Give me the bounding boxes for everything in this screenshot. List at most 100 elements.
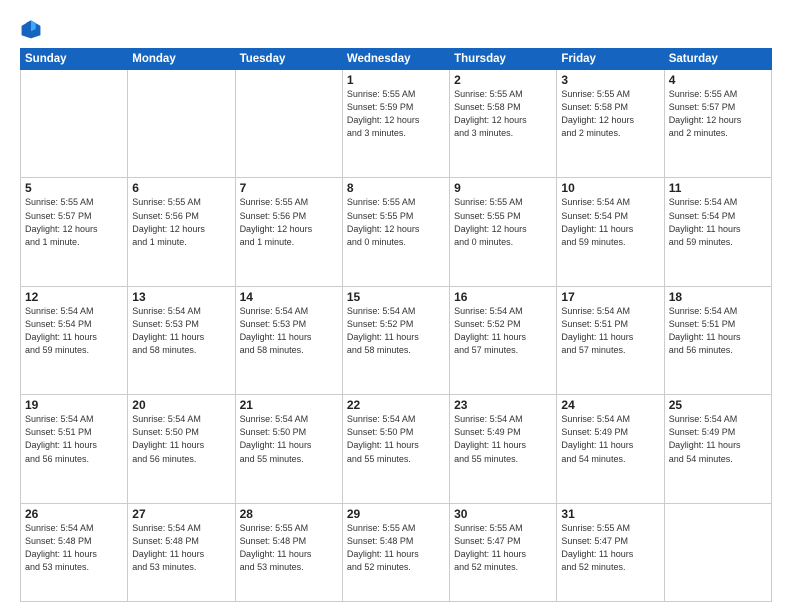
day-cell: 23Sunrise: 5:54 AM Sunset: 5:49 PM Dayli… xyxy=(450,395,557,503)
day-cell: 25Sunrise: 5:54 AM Sunset: 5:49 PM Dayli… xyxy=(664,395,771,503)
calendar: SundayMondayTuesdayWednesdayThursdayFrid… xyxy=(20,48,772,602)
weekday-monday: Monday xyxy=(128,49,235,70)
day-number: 12 xyxy=(25,290,123,304)
day-cell: 3Sunrise: 5:55 AM Sunset: 5:58 PM Daylig… xyxy=(557,70,664,178)
weekday-friday: Friday xyxy=(557,49,664,70)
day-number: 27 xyxy=(132,507,230,521)
day-number: 7 xyxy=(240,181,338,195)
day-cell: 30Sunrise: 5:55 AM Sunset: 5:47 PM Dayli… xyxy=(450,503,557,601)
day-number: 28 xyxy=(240,507,338,521)
day-cell: 1Sunrise: 5:55 AM Sunset: 5:59 PM Daylig… xyxy=(342,70,449,178)
day-number: 2 xyxy=(454,73,552,87)
day-number: 26 xyxy=(25,507,123,521)
day-info: Sunrise: 5:54 AM Sunset: 5:52 PM Dayligh… xyxy=(347,305,445,357)
day-cell: 21Sunrise: 5:54 AM Sunset: 5:50 PM Dayli… xyxy=(235,395,342,503)
day-number: 5 xyxy=(25,181,123,195)
day-cell: 29Sunrise: 5:55 AM Sunset: 5:48 PM Dayli… xyxy=(342,503,449,601)
day-number: 4 xyxy=(669,73,767,87)
day-cell: 13Sunrise: 5:54 AM Sunset: 5:53 PM Dayli… xyxy=(128,286,235,394)
day-cell: 17Sunrise: 5:54 AM Sunset: 5:51 PM Dayli… xyxy=(557,286,664,394)
day-info: Sunrise: 5:54 AM Sunset: 5:49 PM Dayligh… xyxy=(454,413,552,465)
day-number: 16 xyxy=(454,290,552,304)
day-cell: 9Sunrise: 5:55 AM Sunset: 5:55 PM Daylig… xyxy=(450,178,557,286)
day-info: Sunrise: 5:54 AM Sunset: 5:49 PM Dayligh… xyxy=(669,413,767,465)
day-number: 31 xyxy=(561,507,659,521)
day-number: 17 xyxy=(561,290,659,304)
day-cell: 28Sunrise: 5:55 AM Sunset: 5:48 PM Dayli… xyxy=(235,503,342,601)
day-cell: 16Sunrise: 5:54 AM Sunset: 5:52 PM Dayli… xyxy=(450,286,557,394)
day-cell: 31Sunrise: 5:55 AM Sunset: 5:47 PM Dayli… xyxy=(557,503,664,601)
day-info: Sunrise: 5:54 AM Sunset: 5:48 PM Dayligh… xyxy=(132,522,230,574)
day-cell xyxy=(21,70,128,178)
day-number: 24 xyxy=(561,398,659,412)
day-info: Sunrise: 5:55 AM Sunset: 5:59 PM Dayligh… xyxy=(347,88,445,140)
day-info: Sunrise: 5:55 AM Sunset: 5:55 PM Dayligh… xyxy=(454,196,552,248)
day-number: 9 xyxy=(454,181,552,195)
day-number: 30 xyxy=(454,507,552,521)
day-cell: 8Sunrise: 5:55 AM Sunset: 5:55 PM Daylig… xyxy=(342,178,449,286)
day-info: Sunrise: 5:55 AM Sunset: 5:47 PM Dayligh… xyxy=(561,522,659,574)
day-cell: 2Sunrise: 5:55 AM Sunset: 5:58 PM Daylig… xyxy=(450,70,557,178)
day-number: 6 xyxy=(132,181,230,195)
day-number: 21 xyxy=(240,398,338,412)
week-row-3: 12Sunrise: 5:54 AM Sunset: 5:54 PM Dayli… xyxy=(21,286,772,394)
weekday-wednesday: Wednesday xyxy=(342,49,449,70)
day-info: Sunrise: 5:54 AM Sunset: 5:50 PM Dayligh… xyxy=(347,413,445,465)
day-info: Sunrise: 5:54 AM Sunset: 5:50 PM Dayligh… xyxy=(132,413,230,465)
day-number: 3 xyxy=(561,73,659,87)
day-number: 11 xyxy=(669,181,767,195)
day-cell: 4Sunrise: 5:55 AM Sunset: 5:57 PM Daylig… xyxy=(664,70,771,178)
logo xyxy=(20,18,46,40)
day-number: 19 xyxy=(25,398,123,412)
day-info: Sunrise: 5:55 AM Sunset: 5:57 PM Dayligh… xyxy=(669,88,767,140)
day-number: 22 xyxy=(347,398,445,412)
day-info: Sunrise: 5:55 AM Sunset: 5:56 PM Dayligh… xyxy=(240,196,338,248)
day-cell: 18Sunrise: 5:54 AM Sunset: 5:51 PM Dayli… xyxy=(664,286,771,394)
day-number: 18 xyxy=(669,290,767,304)
day-info: Sunrise: 5:54 AM Sunset: 5:48 PM Dayligh… xyxy=(25,522,123,574)
day-info: Sunrise: 5:54 AM Sunset: 5:50 PM Dayligh… xyxy=(240,413,338,465)
weekday-tuesday: Tuesday xyxy=(235,49,342,70)
day-info: Sunrise: 5:54 AM Sunset: 5:51 PM Dayligh… xyxy=(669,305,767,357)
day-cell: 15Sunrise: 5:54 AM Sunset: 5:52 PM Dayli… xyxy=(342,286,449,394)
day-number: 25 xyxy=(669,398,767,412)
day-info: Sunrise: 5:54 AM Sunset: 5:54 PM Dayligh… xyxy=(25,305,123,357)
day-info: Sunrise: 5:54 AM Sunset: 5:52 PM Dayligh… xyxy=(454,305,552,357)
week-row-1: 1Sunrise: 5:55 AM Sunset: 5:59 PM Daylig… xyxy=(21,70,772,178)
day-info: Sunrise: 5:54 AM Sunset: 5:49 PM Dayligh… xyxy=(561,413,659,465)
day-number: 23 xyxy=(454,398,552,412)
day-info: Sunrise: 5:55 AM Sunset: 5:58 PM Dayligh… xyxy=(454,88,552,140)
day-cell: 22Sunrise: 5:54 AM Sunset: 5:50 PM Dayli… xyxy=(342,395,449,503)
day-number: 29 xyxy=(347,507,445,521)
weekday-sunday: Sunday xyxy=(21,49,128,70)
day-cell xyxy=(235,70,342,178)
day-cell xyxy=(664,503,771,601)
day-info: Sunrise: 5:55 AM Sunset: 5:55 PM Dayligh… xyxy=(347,196,445,248)
day-number: 20 xyxy=(132,398,230,412)
day-info: Sunrise: 5:54 AM Sunset: 5:53 PM Dayligh… xyxy=(240,305,338,357)
weekday-header-row: SundayMondayTuesdayWednesdayThursdayFrid… xyxy=(21,49,772,70)
day-info: Sunrise: 5:55 AM Sunset: 5:58 PM Dayligh… xyxy=(561,88,659,140)
day-cell: 20Sunrise: 5:54 AM Sunset: 5:50 PM Dayli… xyxy=(128,395,235,503)
day-number: 10 xyxy=(561,181,659,195)
day-info: Sunrise: 5:55 AM Sunset: 5:48 PM Dayligh… xyxy=(240,522,338,574)
page: SundayMondayTuesdayWednesdayThursdayFrid… xyxy=(0,0,792,612)
day-number: 15 xyxy=(347,290,445,304)
day-cell: 11Sunrise: 5:54 AM Sunset: 5:54 PM Dayli… xyxy=(664,178,771,286)
day-info: Sunrise: 5:55 AM Sunset: 5:57 PM Dayligh… xyxy=(25,196,123,248)
day-cell: 14Sunrise: 5:54 AM Sunset: 5:53 PM Dayli… xyxy=(235,286,342,394)
day-info: Sunrise: 5:54 AM Sunset: 5:54 PM Dayligh… xyxy=(561,196,659,248)
day-cell: 24Sunrise: 5:54 AM Sunset: 5:49 PM Dayli… xyxy=(557,395,664,503)
day-info: Sunrise: 5:54 AM Sunset: 5:51 PM Dayligh… xyxy=(561,305,659,357)
day-cell: 10Sunrise: 5:54 AM Sunset: 5:54 PM Dayli… xyxy=(557,178,664,286)
day-cell: 6Sunrise: 5:55 AM Sunset: 5:56 PM Daylig… xyxy=(128,178,235,286)
day-cell: 7Sunrise: 5:55 AM Sunset: 5:56 PM Daylig… xyxy=(235,178,342,286)
day-cell: 19Sunrise: 5:54 AM Sunset: 5:51 PM Dayli… xyxy=(21,395,128,503)
day-cell: 5Sunrise: 5:55 AM Sunset: 5:57 PM Daylig… xyxy=(21,178,128,286)
day-info: Sunrise: 5:55 AM Sunset: 5:47 PM Dayligh… xyxy=(454,522,552,574)
day-cell xyxy=(128,70,235,178)
day-number: 1 xyxy=(347,73,445,87)
day-cell: 26Sunrise: 5:54 AM Sunset: 5:48 PM Dayli… xyxy=(21,503,128,601)
day-info: Sunrise: 5:54 AM Sunset: 5:53 PM Dayligh… xyxy=(132,305,230,357)
week-row-4: 19Sunrise: 5:54 AM Sunset: 5:51 PM Dayli… xyxy=(21,395,772,503)
